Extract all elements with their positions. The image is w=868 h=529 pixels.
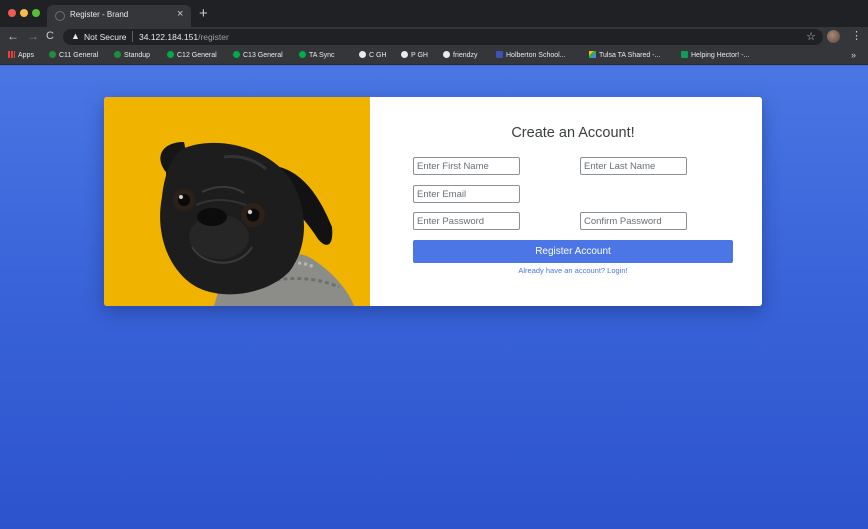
login-link[interactable]: Already have an account? Login!	[413, 266, 733, 275]
apps-grid-icon	[8, 51, 15, 58]
bookmark-label: TA Sync	[309, 52, 335, 59]
password-input[interactable]	[413, 212, 520, 230]
bookmark-label: Standup	[124, 52, 151, 59]
bookmark-item[interactable]: C12 General	[167, 51, 217, 60]
url-text: 34.122.184.151/register	[139, 32, 229, 42]
bookmark-item[interactable]: Helping Hector! -...	[681, 51, 749, 60]
bookmark-item[interactable]: Holberton School...	[496, 51, 566, 60]
pug-illustration	[160, 142, 354, 306]
chat-icon	[233, 51, 240, 58]
confirm-password-input[interactable]	[580, 212, 687, 230]
reload-icon[interactable]: C	[46, 29, 54, 43]
security-label[interactable]: Not Secure	[84, 32, 127, 42]
email-input[interactable]	[413, 185, 520, 203]
bookmark-item[interactable]: C11 General	[49, 51, 98, 60]
bookmark-label: Apps	[18, 52, 34, 59]
tab-title: Register - Brand	[70, 10, 129, 19]
bookmark-star-icon[interactable]: ☆	[806, 30, 816, 43]
chat-icon	[167, 51, 174, 58]
github-icon	[443, 51, 450, 58]
github-icon	[401, 51, 408, 58]
register-form: Create an Account! Register Account Alre…	[370, 97, 762, 306]
browser-toolbar: ← → C ▲ Not Secure 34.122.184.151/regist…	[0, 27, 868, 47]
bookmark-label: P GH	[411, 52, 428, 59]
address-divider	[132, 31, 133, 42]
last-name-input[interactable]	[580, 157, 687, 175]
chat-icon	[299, 51, 306, 58]
github-icon	[359, 51, 366, 58]
maximize-window-button[interactable]	[32, 9, 40, 17]
address-bar[interactable]: ▲ Not Secure 34.122.184.151/register ☆	[63, 29, 823, 45]
register-card: Create an Account! Register Account Alre…	[104, 97, 762, 306]
meet-icon	[114, 51, 121, 58]
page-title: Create an Account!	[511, 125, 635, 141]
back-arrow-icon[interactable]: ←	[7, 29, 19, 43]
meet-icon	[49, 51, 56, 58]
bookmark-label: C GH	[369, 52, 387, 59]
bookmark-item[interactable]: TA Sync	[299, 51, 335, 60]
first-name-input[interactable]	[413, 157, 520, 175]
close-window-button[interactable]	[8, 9, 16, 17]
profile-avatar[interactable]	[827, 30, 840, 43]
kebab-menu-icon[interactable]: ⋮	[851, 30, 862, 43]
browser-titlebar: Register - Brand × +	[0, 0, 868, 27]
drive-icon	[589, 51, 596, 58]
url-path: /register	[198, 32, 229, 42]
bookmark-item[interactable]: Standup	[114, 51, 150, 60]
bookmark-label: C11 General	[59, 52, 99, 59]
more-bookmarks-icon[interactable]: »	[851, 50, 856, 60]
warning-triangle-icon: ▲	[71, 31, 80, 41]
register-account-button[interactable]: Register Account	[413, 240, 733, 263]
bookmark-item[interactable]: P GH	[401, 51, 428, 60]
bookmark-label: Tulsa TA Shared -...	[599, 52, 661, 59]
bookmark-item[interactable]: friendzy	[443, 51, 478, 60]
tab-favicon-icon	[55, 11, 65, 21]
bookmark-label: C13 General	[243, 52, 283, 59]
holberton-icon	[496, 51, 503, 58]
tab-close-icon[interactable]: ×	[177, 8, 183, 20]
bookmark-label: Holberton School...	[506, 52, 566, 59]
bookmark-item[interactable]: Apps	[8, 51, 34, 60]
url-host: 34.122.184.151	[139, 32, 199, 42]
bookmark-item[interactable]: C GH	[359, 51, 387, 60]
browser-tab[interactable]: Register - Brand ×	[47, 5, 191, 27]
bookmark-label: Helping Hector! -...	[691, 52, 750, 59]
forward-arrow-icon[interactable]: →	[27, 29, 39, 43]
bookmark-label: friendzy	[453, 52, 478, 59]
pug-photo	[104, 97, 370, 306]
page-background: Create an Account! Register Account Alre…	[0, 66, 868, 529]
new-tab-icon[interactable]: +	[199, 6, 208, 21]
sheets-icon	[681, 51, 688, 58]
bookmarks-bar: Apps C11 General Standup C12 General C13…	[0, 47, 868, 65]
minimize-window-button[interactable]	[20, 9, 28, 17]
bookmark-label: C12 General	[177, 52, 217, 59]
bookmark-item[interactable]: Tulsa TA Shared -...	[589, 51, 660, 60]
bookmark-item[interactable]: C13 General	[233, 51, 283, 60]
